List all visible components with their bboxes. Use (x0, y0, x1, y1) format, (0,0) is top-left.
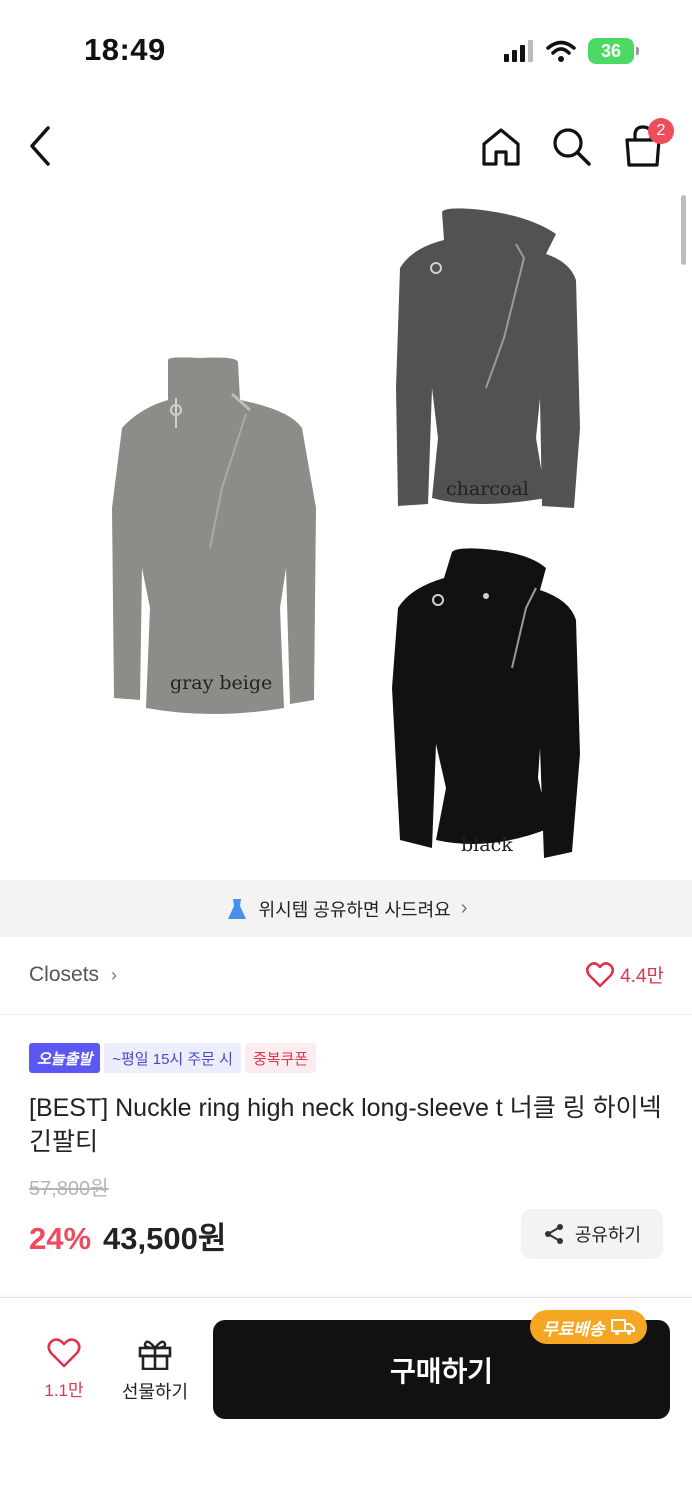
status-icons: 36 (504, 38, 639, 64)
share-icon (544, 1224, 563, 1244)
wishlist-count: 1.1만 (44, 1381, 84, 1400)
sale-price: 43,500원 (103, 1221, 227, 1256)
store-name: Closets (29, 963, 100, 986)
heart-icon (47, 1338, 81, 1368)
badge-coupon: 중복쿠폰 (244, 1043, 317, 1073)
wish-share-banner[interactable]: 위시템 공유하면 사드려요 › (0, 880, 692, 937)
free-shipping-label: 무료배송 (542, 1319, 605, 1339)
chevron-right-icon: › (111, 965, 118, 985)
wish-banner-text: 위시템 공유하면 사드려요 (258, 899, 451, 920)
variant-label-charcoal: charcoal (446, 478, 529, 500)
wishlist-button[interactable]: 1.1만 (34, 1338, 94, 1401)
chevron-right-icon: › (460, 897, 468, 919)
store-like-button[interactable]: 4.4만 (586, 961, 664, 988)
product-badges: 오늘출발 ~평일 15시 주문 시 중복쿠폰 (29, 1043, 317, 1073)
wifi-icon (546, 40, 576, 62)
search-icon (553, 128, 591, 166)
original-price: 57,800원 (29, 1178, 109, 1200)
badge-today-shipping: 오늘출발 (29, 1043, 101, 1073)
status-bar: 18:49 36 (0, 0, 692, 100)
share-button[interactable]: 공유하기 (521, 1209, 663, 1259)
home-button[interactable] (478, 122, 524, 170)
product-image[interactable]: gray beige charcoal black (0, 188, 692, 880)
gift-label: 선물하기 (121, 1382, 189, 1402)
home-icon (482, 128, 520, 166)
battery-level: 36 (600, 40, 622, 61)
search-button[interactable] (548, 122, 594, 170)
heart-icon (586, 961, 615, 987)
free-shipping-badge: 무료배송 (530, 1310, 647, 1344)
scroll-indicator (681, 195, 686, 265)
back-button[interactable] (22, 122, 62, 170)
signal-icon (504, 40, 533, 62)
store-like-count: 4.4만 (620, 966, 664, 987)
top-black (392, 548, 580, 858)
dress-icon (227, 898, 246, 919)
status-time: 18:49 (84, 32, 166, 67)
nav-bar: 2 (0, 108, 692, 188)
gift-button[interactable]: 선물하기 (112, 1338, 198, 1404)
store-row: Closets › 4.4만 (0, 937, 692, 1015)
store-link[interactable]: Closets › (29, 963, 117, 987)
discount-rate: 24% (29, 1221, 92, 1256)
gift-icon (138, 1340, 172, 1370)
chevron-left-icon (30, 126, 50, 166)
badge-order-time: ~평일 15시 주문 시 (104, 1043, 241, 1073)
variant-label-gray-beige: gray beige (170, 672, 273, 694)
top-gray-beige (112, 357, 316, 714)
share-label: 공유하기 (574, 1225, 642, 1245)
top-charcoal (396, 208, 580, 508)
variant-label-black: black (461, 834, 513, 856)
cart-button[interactable]: 2 (620, 118, 674, 170)
battery-icon: 36 (588, 38, 639, 64)
product-title: [BEST] Nuckle ring high neck long-sleeve… (29, 1094, 662, 1156)
truck-icon (610, 1319, 635, 1335)
cart-count-badge: 2 (648, 118, 674, 144)
product-photo (112, 208, 580, 858)
price-row: 24% 43,500원 (29, 1213, 226, 1258)
bottom-action-bar: 1.1만 선물하기 구매하기 무료배송 (0, 1297, 692, 1500)
